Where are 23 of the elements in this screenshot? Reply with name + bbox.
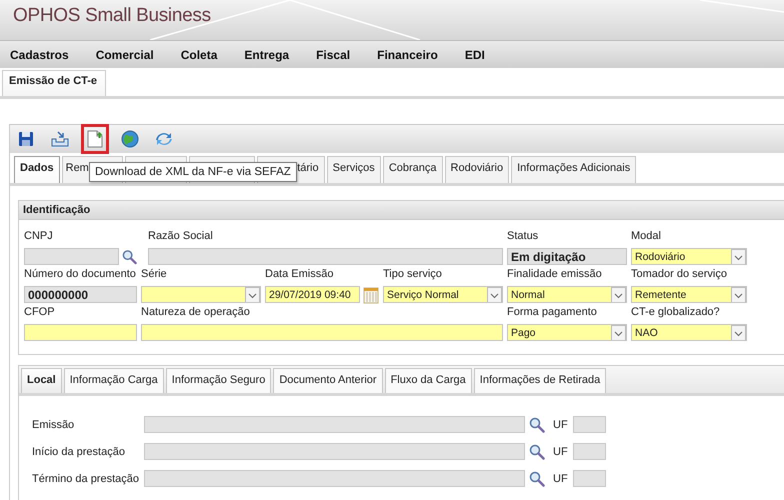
field-label: Término da prestação xyxy=(32,472,140,484)
field-label: Série xyxy=(141,268,168,281)
field-label: Data Emissão xyxy=(265,268,334,281)
field-label: Natureza de operação xyxy=(141,306,251,319)
field-label: CNPJ xyxy=(24,230,54,243)
field-label: CFOP xyxy=(24,306,56,319)
field-label: UF xyxy=(553,418,568,430)
field-label: Emissão xyxy=(32,418,76,430)
field-label: Status xyxy=(507,230,540,243)
field-label: Forma pagamento xyxy=(507,306,598,319)
field-label: Modal xyxy=(631,230,662,243)
field-label: Finalidade emissão xyxy=(507,268,603,281)
field-label: Início da prestação xyxy=(32,446,126,458)
field-label: Tomador do serviço xyxy=(631,268,728,281)
field-label: Razão Social xyxy=(148,230,214,243)
field-label: UF xyxy=(553,446,568,458)
app-title: OPHOS Small Business xyxy=(13,5,211,27)
field-label: UF xyxy=(553,472,568,484)
field-label: Número do documento xyxy=(24,268,137,281)
tooltip: Download de XML da NF-e via SEFAZ xyxy=(89,162,297,182)
field-label: Tipo serviço xyxy=(383,268,443,281)
field-label: CT-e globalizado? xyxy=(631,306,721,319)
group-header: Identificação xyxy=(19,201,784,220)
